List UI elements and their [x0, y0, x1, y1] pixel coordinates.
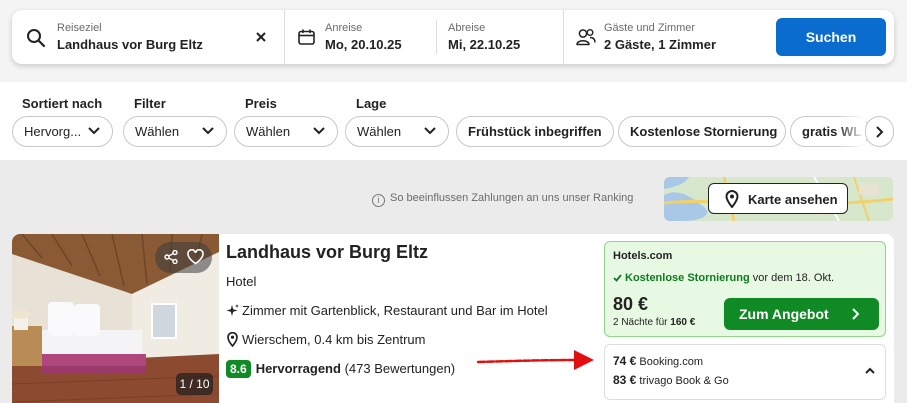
- view-deal-button[interactable]: Zum Angebot: [724, 298, 879, 330]
- annotation-arrow-icon: [476, 350, 594, 370]
- filters-scroll-button[interactable]: [865, 116, 894, 147]
- chip-free-cancellation[interactable]: Kostenlose Stornierung: [618, 116, 786, 147]
- chip-fade: [836, 116, 866, 147]
- destination-value: Landhaus vor Burg Eltz: [57, 37, 203, 52]
- hotel-card[interactable]: 1 / 10 Landhaus vor Burg Eltz Hotel Zimm…: [12, 234, 894, 403]
- location-dropdown-value: Wählen: [357, 124, 402, 139]
- offer-price: 80 €: [613, 294, 649, 314]
- sort-dropdown[interactable]: Hervorg...: [12, 116, 113, 147]
- sort-dropdown-value: Hervorg...: [24, 124, 82, 139]
- hotel-type: Hotel: [226, 274, 257, 289]
- filter-dropdown[interactable]: Wählen: [123, 116, 227, 147]
- other-offers-box[interactable]: 74 € Booking.com 83 € trivago Book & Go: [604, 344, 886, 400]
- other-offer-price: 74 €: [613, 354, 637, 368]
- filter-bar: Sortiert nach Filter Preis Lage Hervorg.…: [0, 82, 907, 160]
- top-area: Reiseziel Landhaus vor Burg Eltz Anreise…: [0, 0, 907, 82]
- checkin-label: Anreise: [325, 22, 363, 34]
- check-icon: [613, 274, 622, 282]
- checkout-field[interactable]: Abreise Mi, 22.10.25: [437, 10, 563, 64]
- photo-actions: [155, 242, 212, 273]
- chevron-down-icon: [313, 127, 325, 135]
- chevron-up-icon[interactable]: [865, 367, 875, 374]
- offer-provider: Hotels.com: [613, 250, 673, 262]
- hotel-location-text: Wierschem, 0.4 km bis Zentrum: [242, 332, 426, 347]
- chevron-down-icon: [424, 127, 436, 135]
- offer-cancellation-rest: vor dem 18. Okt.: [749, 272, 835, 284]
- ranking-note-text: So beeinflussen Zahlungen an uns unser R…: [390, 192, 634, 204]
- hotel-name[interactable]: Landhaus vor Burg Eltz: [226, 242, 428, 263]
- clear-icon[interactable]: [256, 32, 266, 42]
- location-dropdown[interactable]: Wählen: [345, 116, 449, 147]
- guests-icon: [576, 29, 596, 46]
- price-heading: Preis: [245, 96, 277, 111]
- info-icon: i: [372, 194, 385, 207]
- rating-count: (473 Bewertungen): [344, 361, 456, 376]
- main-offer-box[interactable]: Hotels.com Kostenlose Stornierung vor de…: [604, 241, 886, 337]
- chevron-right-icon: [852, 308, 859, 320]
- checkout-label: Abreise: [448, 22, 486, 34]
- heart-icon[interactable]: [187, 249, 204, 265]
- sort-heading: Sortiert nach: [22, 96, 103, 111]
- map-pin-icon: [725, 190, 739, 208]
- share-icon[interactable]: [164, 250, 178, 264]
- other-offer-row[interactable]: 83 € trivago Book & Go: [613, 373, 729, 387]
- hotel-rating[interactable]: 8.6 Hervorragend (473 Bewertungen): [226, 360, 455, 378]
- chevron-right-icon: [876, 126, 884, 138]
- location-heading: Lage: [356, 96, 387, 111]
- search-bar: Reiseziel Landhaus vor Burg Eltz Anreise…: [12, 10, 894, 64]
- price-dropdown-value: Wählen: [246, 124, 291, 139]
- ranking-note[interactable]: i So beeinflussen Zahlungen an uns unser …: [372, 192, 633, 207]
- other-offer-price: 83 €: [613, 373, 637, 387]
- offer-nights: 2 Nächte für 160 €: [613, 317, 695, 328]
- other-offer-row[interactable]: 74 € Booking.com: [613, 354, 703, 368]
- guests-field[interactable]: Gäste und Zimmer 2 Gäste, 1 Zimmer: [564, 10, 769, 64]
- calendar-icon: [298, 29, 315, 45]
- hotel-amenities-text: Zimmer mit Gartenblick, Restaurant und B…: [242, 303, 548, 318]
- search-button[interactable]: Suchen: [776, 18, 886, 56]
- checkin-value: Mo, 20.10.25: [325, 37, 402, 52]
- sparkle-icon: [226, 304, 239, 316]
- guests-value: 2 Gäste, 1 Zimmer: [604, 37, 716, 52]
- checkout-value: Mi, 22.10.25: [448, 37, 521, 52]
- view-deal-label: Zum Angebot: [739, 306, 829, 322]
- offer-cancellation-bold: Kostenlose Stornierung: [625, 272, 750, 284]
- image-counter: 1 / 10: [176, 373, 213, 395]
- offer-cancellation: Kostenlose Stornierung vor dem 18. Okt.: [613, 272, 834, 284]
- show-map-button[interactable]: Karte ansehen: [708, 183, 848, 214]
- location-pin-icon: [227, 332, 238, 347]
- guests-label: Gäste und Zimmer: [604, 22, 696, 34]
- rating-word: Hervorragend: [255, 361, 341, 376]
- other-offer-provider: Booking.com: [639, 356, 704, 368]
- destination-label: Reiseziel: [57, 22, 102, 34]
- filter-dropdown-value: Wählen: [135, 124, 180, 139]
- destination-field[interactable]: Reiseziel Landhaus vor Burg Eltz: [12, 10, 284, 64]
- hotel-photo[interactable]: 1 / 10: [12, 234, 219, 403]
- checkin-field[interactable]: Anreise Mo, 20.10.25: [285, 10, 436, 64]
- show-map-label: Karte ansehen: [748, 192, 838, 207]
- chevron-down-icon: [202, 127, 214, 135]
- price-dropdown[interactable]: Wählen: [234, 116, 338, 147]
- offer-nights-prefix: 2 Nächte für: [613, 317, 671, 328]
- chip-breakfast[interactable]: Frühstück inbegriffen: [456, 116, 614, 147]
- offer-nights-total: 160 €: [670, 317, 696, 328]
- chevron-down-icon: [88, 127, 100, 135]
- rating-score-badge: 8.6: [226, 360, 251, 378]
- search-icon: [27, 29, 46, 48]
- other-offer-provider: trivago Book & Go: [639, 375, 729, 387]
- filter-heading: Filter: [134, 96, 166, 111]
